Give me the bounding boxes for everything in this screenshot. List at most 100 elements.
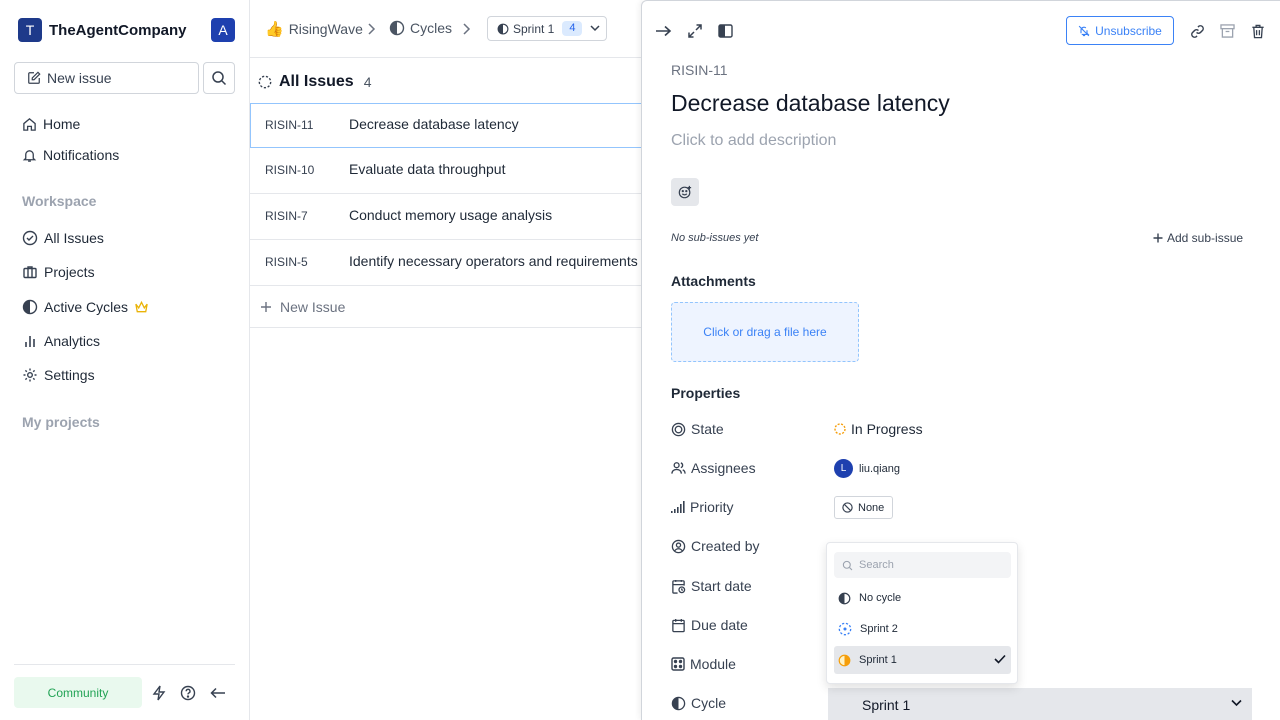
arrow-right-icon[interactable]	[654, 22, 672, 40]
signal-icon	[671, 501, 690, 513]
workspace-logo: T	[18, 18, 42, 42]
prop-label: Module	[690, 656, 736, 672]
list-header: All Issues 4	[258, 73, 372, 91]
gear-icon	[22, 367, 44, 383]
bell-icon	[22, 148, 43, 163]
prop-label: Due date	[691, 617, 748, 633]
issue-count: 4	[363, 74, 372, 90]
description-editor[interactable]: Click to add description	[671, 132, 836, 150]
sprint-selector[interactable]: Sprint 1 4	[487, 16, 607, 41]
chevron-down-icon	[1231, 699, 1242, 707]
chevron-right-icon	[366, 22, 376, 36]
prop-label: Priority	[690, 499, 734, 515]
contrast-icon	[389, 20, 410, 36]
chevron-right-icon	[461, 22, 471, 36]
cycle-search-input[interactable]: Search	[834, 552, 1011, 578]
trash-icon[interactable]	[1249, 22, 1267, 40]
new-issue-row[interactable]: New Issue	[250, 286, 642, 328]
sidebar-item-analytics[interactable]: Analytics	[22, 330, 100, 352]
search-button[interactable]	[203, 62, 235, 94]
sidebar-item-settings[interactable]: Settings	[22, 364, 95, 386]
cycle-label: Cycle	[671, 695, 726, 711]
ban-icon	[842, 502, 858, 513]
sidebar-item-home[interactable]: Home	[22, 113, 80, 135]
no-sub-issues-text: No sub-issues yet	[671, 232, 759, 244]
thumbs-up-icon: 👍	[265, 21, 284, 38]
assignees-label: Assignees	[671, 460, 756, 476]
state-value[interactable]: In Progress	[834, 421, 923, 437]
search-icon	[842, 560, 859, 571]
issue-title: Identify necessary operators and require…	[349, 253, 638, 269]
sidebar-item-label: Home	[43, 116, 81, 132]
issue-title-input[interactable]: Decrease database latency	[671, 90, 950, 117]
sidebar-item-active-cycles[interactable]: Active Cycles	[22, 296, 155, 318]
sidebar: T TheAgentCompany A New issue Home Notif…	[0, 0, 250, 720]
table-row[interactable]: RISIN-11 Decrease database latency	[250, 103, 642, 148]
created-by-label: Created by	[671, 538, 759, 554]
issue-title: Evaluate data throughput	[349, 161, 506, 177]
cycle-option-sprint-2[interactable]: Sprint 2	[834, 615, 1011, 643]
issue-id: RISIN-5	[265, 255, 308, 269]
workspace-section-label[interactable]: Workspace	[22, 193, 96, 209]
archive-icon[interactable]	[1218, 22, 1236, 40]
table-row[interactable]: RISIN-5 Identify necessary operators and…	[250, 240, 642, 286]
priority-value-label: None	[858, 501, 885, 514]
workspace-header[interactable]: T TheAgentCompany A	[18, 18, 235, 42]
breadcrumb-project[interactable]: 👍 RisingWave	[265, 20, 363, 38]
bell-off-icon	[1078, 25, 1095, 37]
issue-id: RISIN-7	[265, 209, 308, 223]
community-badge[interactable]: Community	[14, 677, 142, 708]
search-icon	[211, 70, 227, 86]
reaction-button[interactable]	[671, 178, 699, 206]
module-icon	[671, 657, 690, 671]
assignee-value[interactable]: L liu.qiang	[834, 459, 900, 478]
calendar-clock-icon	[671, 579, 691, 594]
option-label: Sprint 2	[860, 623, 898, 635]
sidebar-item-label: Analytics	[44, 333, 101, 349]
cycle-option-no-cycle[interactable]: No cycle	[834, 584, 1011, 612]
issue-title: Conduct memory usage analysis	[349, 207, 553, 223]
state-icon	[671, 422, 691, 437]
table-row[interactable]: RISIN-7 Conduct memory usage analysis	[250, 194, 642, 240]
cycle-option-sprint-1[interactable]: Sprint 1	[834, 646, 1011, 674]
help-icon[interactable]	[179, 684, 197, 702]
breadcrumb-project-label: RisingWave	[288, 21, 363, 37]
upcoming-cycle-icon	[838, 622, 860, 636]
expand-icon[interactable]	[686, 22, 704, 40]
user-circle-icon	[671, 539, 691, 554]
state-value-label: In Progress	[851, 421, 923, 437]
collapse-sidebar-icon[interactable]	[209, 684, 227, 702]
home-icon	[22, 117, 43, 132]
side-peek-icon[interactable]	[716, 22, 734, 40]
unsubscribe-button[interactable]: Unsubscribe	[1066, 16, 1174, 45]
attachment-dropzone[interactable]: Click or drag a file here	[671, 302, 859, 362]
priority-value[interactable]: None	[834, 496, 894, 519]
sidebar-item-label: Projects	[44, 264, 95, 280]
cycle-dropdown: Search No cycle Sprint 2 Sprint 1	[826, 542, 1018, 684]
sidebar-item-projects[interactable]: Projects	[22, 261, 95, 283]
assignee-avatar: L	[834, 459, 853, 478]
attachments-heading: Attachments	[671, 273, 756, 289]
main-header: 👍 RisingWave Cycles Sprint 1 4	[250, 0, 642, 58]
issue-id: RISIN-10	[265, 163, 315, 177]
workspace-name: TheAgentCompany	[49, 21, 187, 39]
properties-heading: Properties	[671, 385, 741, 401]
lightning-icon[interactable]	[150, 684, 168, 702]
users-icon	[671, 461, 691, 475]
app-root: T TheAgentCompany A New issue Home Notif…	[0, 0, 1280, 720]
new-issue-button[interactable]: New issue	[14, 62, 199, 94]
list-title: All Issues	[279, 73, 354, 90]
my-projects-label[interactable]: My projects	[22, 414, 100, 430]
sidebar-item-all-issues[interactable]: All Issues	[22, 227, 104, 249]
breadcrumb-cycles[interactable]: Cycles	[389, 20, 452, 36]
table-row[interactable]: RISIN-10 Evaluate data throughput	[250, 148, 642, 194]
link-icon[interactable]	[1188, 22, 1206, 40]
sidebar-item-notifications[interactable]: Notifications	[22, 144, 119, 166]
cycle-select[interactable]: Sprint 1	[828, 688, 1252, 720]
smiley-plus-icon	[678, 185, 692, 199]
add-sub-issue-button[interactable]: Add sub-issue	[1153, 231, 1243, 245]
user-avatar[interactable]: A	[211, 18, 235, 42]
issue-identifier: RISIN-11	[671, 62, 728, 78]
plus-icon	[1153, 233, 1167, 243]
due-date-label: Due date	[671, 617, 748, 633]
